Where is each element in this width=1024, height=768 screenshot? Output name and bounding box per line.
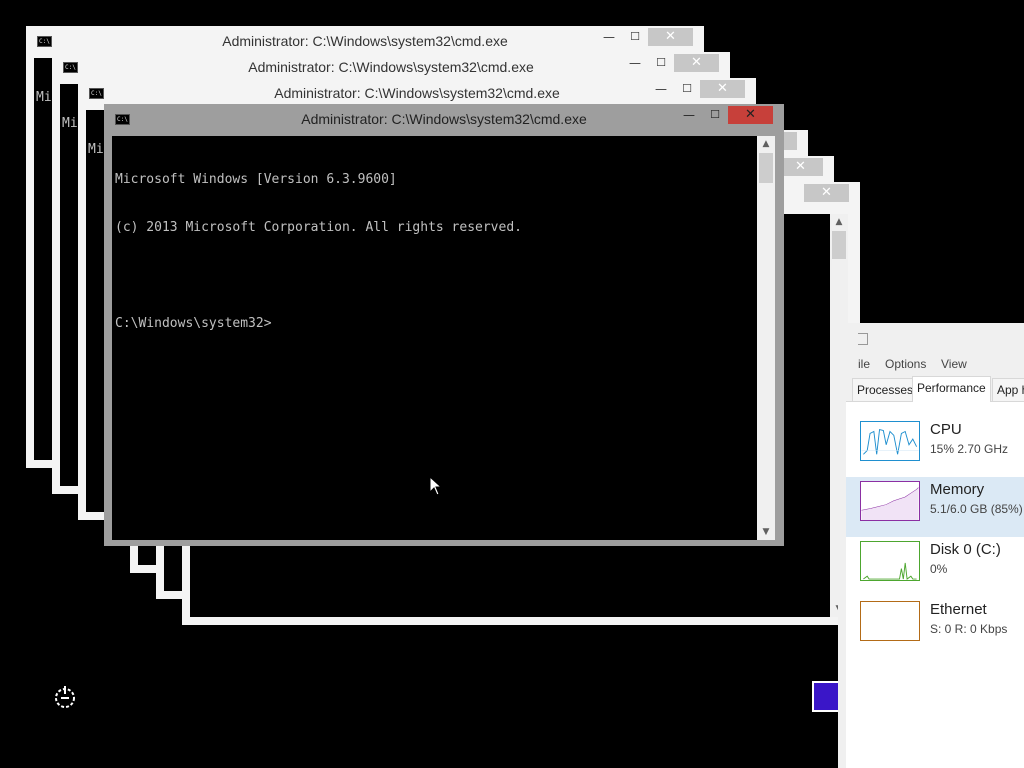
close-button[interactable]: ✕: [804, 184, 849, 202]
menu-options[interactable]: Options: [885, 357, 926, 371]
tab-app-history[interactable]: App h: [992, 378, 1024, 401]
cpu-graph: [860, 421, 920, 461]
perf-item-ethernet[interactable]: Ethernet S: 0 R: 0 Kbps: [846, 597, 1024, 657]
close-button[interactable]: ✕: [700, 80, 745, 98]
minimize-button[interactable]: —: [676, 106, 702, 126]
mouse-pointer-icon: [429, 476, 443, 496]
perf-detail: 5.1/6.0 GB (85%): [930, 502, 1023, 516]
maximize-button[interactable]: ☐: [622, 28, 648, 48]
disk-graph: [860, 541, 920, 581]
console-line: (c) 2013 Microsoft Corporation. All righ…: [115, 220, 522, 235]
close-button[interactable]: ✕: [648, 28, 693, 46]
scroll-thumb[interactable]: [832, 231, 846, 259]
perf-item-disk[interactable]: Disk 0 (C:) 0%: [846, 537, 1024, 597]
title-bar[interactable]: C:\. Administrator: C:\Windows\system32\…: [104, 104, 784, 136]
close-button[interactable]: ✕: [778, 158, 823, 176]
task-manager-title-bar[interactable]: [846, 323, 1024, 353]
scroll-down-arrow[interactable]: ▼: [757, 524, 775, 540]
menu-view[interactable]: View: [941, 357, 967, 371]
vertical-scrollbar[interactable]: ▲ ▼: [757, 136, 775, 540]
memory-graph: [860, 481, 920, 521]
maximize-button[interactable]: ☐: [674, 80, 700, 100]
perf-item-cpu[interactable]: CPU 15% 2.70 GHz: [846, 417, 1024, 477]
console-line: Microsoft Windows [Version 6.3.9600]: [115, 172, 397, 187]
accessibility-icon[interactable]: [52, 684, 78, 710]
close-button[interactable]: ✕: [728, 106, 773, 124]
maximize-button[interactable]: ☐: [648, 54, 674, 74]
perf-detail: 0%: [930, 562, 948, 576]
scroll-up-arrow[interactable]: ▲: [757, 136, 775, 152]
console-output: Microsoft Windows [Version 6.3.9600] (c)…: [115, 140, 522, 364]
start-tile[interactable]: [812, 681, 838, 712]
perf-name: Memory: [930, 481, 985, 498]
tab-performance[interactable]: Performance: [912, 376, 991, 402]
task-manager-icon: [858, 333, 868, 345]
menu-file[interactable]: ile: [858, 357, 870, 371]
close-button[interactable]: ✕: [674, 54, 719, 72]
scroll-thumb[interactable]: [759, 153, 773, 183]
menu-bar: ile Options View: [846, 353, 1024, 375]
perf-detail: 15% 2.70 GHz: [930, 442, 1009, 456]
console-prompt: C:\Windows\system32>: [115, 316, 272, 331]
tab-strip: Processes Performance App h: [846, 375, 1024, 402]
cmd-window-active[interactable]: C:\. Administrator: C:\Windows\system32\…: [104, 104, 784, 546]
minimize-button[interactable]: —: [622, 54, 648, 74]
perf-name: Ethernet: [930, 601, 987, 618]
minimize-button[interactable]: —: [648, 80, 674, 100]
tab-processes[interactable]: Processes: [852, 378, 919, 401]
task-manager-window[interactable]: ile Options View Processes Performance A…: [838, 323, 1024, 768]
scroll-up-arrow[interactable]: ▲: [830, 214, 848, 230]
minimize-button[interactable]: —: [596, 28, 622, 48]
perf-detail: S: 0 R: 0 Kbps: [930, 622, 1008, 636]
perf-name: CPU: [930, 421, 962, 438]
perf-item-memory[interactable]: Memory 5.1/6.0 GB (85%): [846, 477, 1024, 537]
maximize-button[interactable]: ☐: [702, 106, 728, 126]
perf-name: Disk 0 (C:): [930, 541, 1001, 558]
ethernet-graph: [860, 601, 920, 641]
